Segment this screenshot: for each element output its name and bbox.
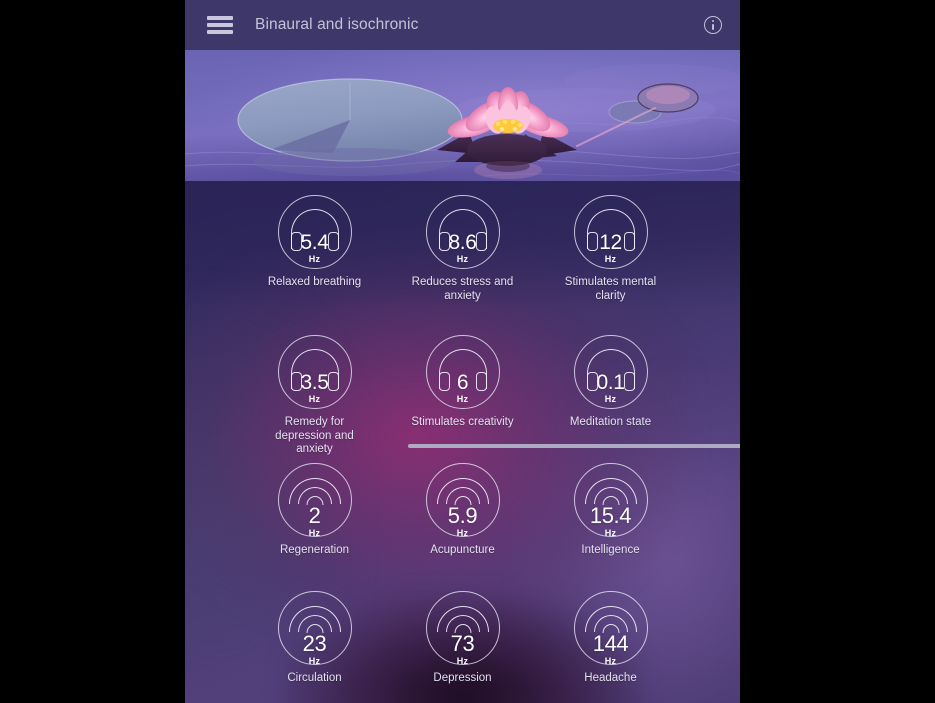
frequency-readout: 0.1 Hz: [597, 372, 625, 404]
binaural-row-2: 3.5 Hz Remedy for depression and anxiety: [185, 335, 740, 457]
sound-wave-icon: 15.4 Hz: [573, 463, 648, 538]
frequency-readout: 144 Hz: [592, 630, 629, 666]
frequency-card-circulation[interactable]: 23 Hz Circulation: [261, 590, 369, 686]
sound-wave-icon: 73 Hz: [425, 590, 500, 666]
frequency-label: Stimulates creativity: [411, 416, 514, 428]
frequency-value: 15.4: [589, 503, 632, 528]
frequency-unit: Hz: [604, 254, 617, 264]
frequency-unit: Hz: [308, 655, 321, 666]
frequency-label: Depression: [433, 671, 492, 684]
headphones-icon: 0.1 Hz: [573, 335, 648, 409]
isochronic-row-1: 2 Hz Regeneration 5.9 Hz Acupuncture 15.…: [185, 463, 740, 558]
binaural-row-1: 5.4 Hz Relaxed breathing 8.6 Hz Reduces …: [185, 195, 740, 303]
frequency-card-regeneration[interactable]: 2 Hz Regeneration: [261, 463, 369, 558]
frequency-readout: 6 Hz: [456, 371, 469, 404]
frequency-value: 8.6: [448, 231, 477, 254]
frequency-label: Headache: [584, 671, 637, 684]
frequency-value: 5.9: [447, 503, 478, 528]
headphone-earcup-right: [475, 232, 487, 251]
frequency-value: 3.5: [300, 371, 329, 394]
frequency-card-meditation-state[interactable]: 0.1 Hz Meditation state: [557, 335, 665, 457]
frequency-card-mental-clarity[interactable]: 12 Hz Stimulates mental clarity: [557, 195, 665, 303]
frequency-card-relaxed-breathing[interactable]: 5.4 Hz Relaxed breathing: [261, 195, 369, 303]
headphones-icon: 3.5 Hz: [277, 335, 352, 409]
hero-banner: [185, 50, 740, 181]
info-circle-icon[interactable]: [704, 16, 722, 34]
frequency-readout: 3.5 Hz: [301, 372, 329, 404]
frequency-card-acupuncture[interactable]: 5.9 Hz Acupuncture: [409, 463, 517, 558]
frequency-label: Circulation: [287, 671, 342, 684]
frequency-card-intelligence[interactable]: 15.4 Hz Intelligence: [557, 463, 665, 558]
frequency-unit: Hz: [308, 394, 321, 404]
app-header: Binaural and isochronic: [185, 0, 740, 50]
headphones-icon: 5.4 Hz: [277, 195, 352, 269]
frequency-readout: 15.4 Hz: [589, 503, 632, 538]
frequency-card-headache[interactable]: 144 Hz Headache: [557, 590, 665, 686]
frequency-readout: 73 Hz: [450, 630, 475, 666]
frequency-label: Regeneration: [279, 544, 350, 556]
frequency-label: Intelligence: [581, 544, 640, 556]
frequency-unit: Hz: [604, 394, 617, 404]
frequency-unit: Hz: [456, 528, 469, 538]
headphone-earcup-right: [327, 232, 339, 251]
frequency-label: Stimulates mental clarity: [564, 276, 657, 302]
sound-wave-icon: 23 Hz: [277, 590, 352, 666]
frequency-readout: 23 Hz: [302, 630, 327, 666]
frequency-value: 144: [592, 630, 629, 656]
frequency-unit: Hz: [456, 655, 469, 666]
frequency-label: Relaxed breathing: [267, 276, 362, 288]
frequency-card-remedy-depression[interactable]: 3.5 Hz Remedy for depression and anxiety: [261, 335, 369, 457]
sound-wave-icon: 5.9 Hz: [425, 463, 500, 538]
screenshot-canvas: Binaural and isochronic 5.4 Hz Relaxed b…: [0, 0, 935, 703]
frequency-card-reduces-stress[interactable]: 8.6 Hz Reduces stress and anxiety: [409, 195, 517, 303]
headphone-earcup-left: [586, 232, 598, 251]
hamburger-icon[interactable]: [207, 16, 233, 34]
lotus-water-illustration: [185, 50, 740, 181]
frequency-value: 6: [456, 371, 469, 394]
sound-wave-icon: 144 Hz: [573, 590, 648, 666]
isochronic-section: 2 Hz Regeneration 5.9 Hz Acupuncture 15.…: [185, 463, 740, 685]
isochronic-row-2: 23 Hz Circulation 73 Hz Depression 144 H…: [185, 590, 740, 686]
headphones-icon: 6 Hz: [425, 335, 500, 409]
headphones-icon: 8.6 Hz: [425, 195, 500, 269]
frequency-label: Reduces stress and anxiety: [411, 276, 514, 302]
frequency-value: 73: [450, 630, 475, 656]
headphone-earcup-left: [438, 372, 450, 391]
frequency-value: 5.4: [300, 231, 329, 254]
frequency-card-stimulates-creativity[interactable]: 6 Hz Stimulates creativity: [409, 335, 517, 457]
frequency-readout: 5.4 Hz: [301, 232, 329, 264]
page-title: Binaural and isochronic: [255, 16, 419, 33]
binaural-section: 5.4 Hz Relaxed breathing 8.6 Hz Reduces …: [185, 195, 740, 457]
frequency-value: 0.1: [596, 371, 625, 394]
section-divider: [408, 444, 740, 448]
frequency-unit: Hz: [604, 655, 617, 666]
sound-wave-icon: 2 Hz: [277, 463, 352, 538]
frequency-unit: Hz: [456, 254, 469, 264]
headphone-earcup-right: [475, 372, 487, 391]
headphone-earcup-right: [623, 372, 635, 391]
frequency-value: 2: [308, 503, 321, 528]
frequency-readout: 5.9 Hz: [447, 503, 478, 538]
frequency-readout: 12 Hz: [599, 232, 622, 264]
frequency-readout: 8.6 Hz: [449, 232, 477, 264]
frequency-value: 23: [302, 630, 327, 656]
headphone-earcup-right: [623, 232, 635, 251]
frequency-card-depression[interactable]: 73 Hz Depression: [409, 590, 517, 686]
frequency-value: 12: [599, 231, 622, 254]
frequency-unit: Hz: [308, 254, 321, 264]
headphone-earcup-right: [327, 372, 339, 391]
frequency-unit: Hz: [456, 394, 469, 404]
frequency-label: Remedy for depression and anxiety: [275, 416, 354, 455]
frequency-label: Acupuncture: [430, 544, 495, 556]
frequency-label: Meditation state: [569, 416, 652, 428]
frequency-unit: Hz: [604, 528, 617, 538]
frequency-unit: Hz: [308, 528, 321, 538]
headphones-icon: 12 Hz: [573, 195, 648, 269]
app-viewport: Binaural and isochronic 5.4 Hz Relaxed b…: [185, 0, 740, 703]
frequency-readout: 2 Hz: [309, 505, 321, 538]
